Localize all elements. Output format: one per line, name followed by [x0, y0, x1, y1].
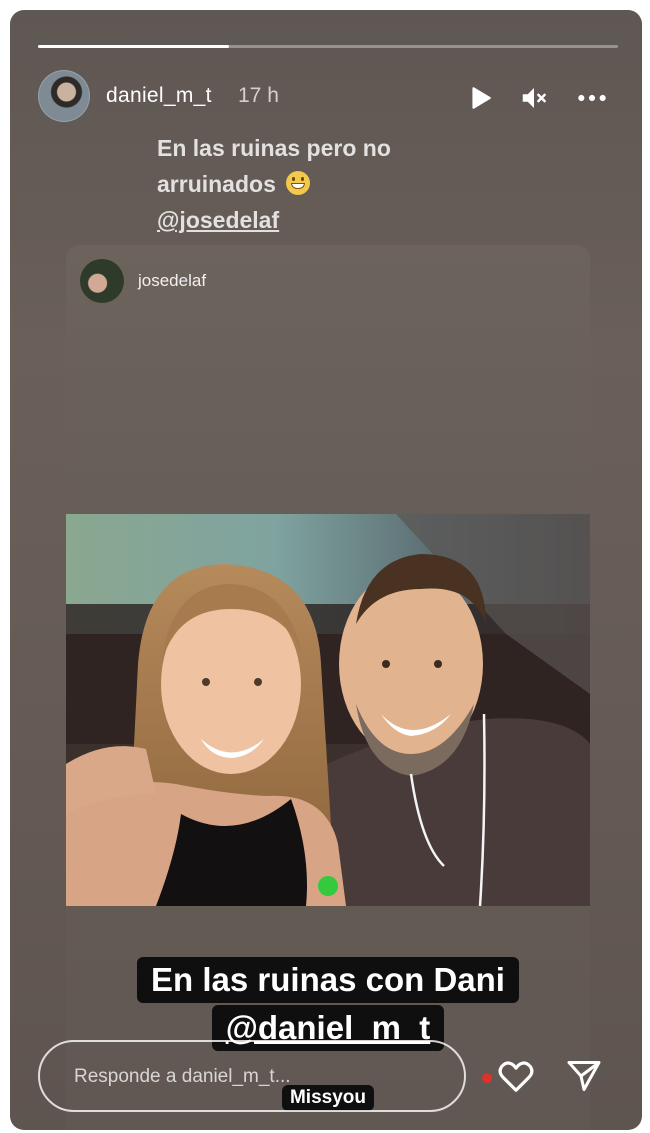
- more-options-icon[interactable]: [576, 82, 608, 114]
- avatar[interactable]: [38, 70, 90, 122]
- shared-story-card[interactable]: josedelaf En las ruinas con Dani @daniel…: [66, 245, 590, 1130]
- caption-mention-link[interactable]: @josedelaf: [157, 202, 477, 238]
- story-header: daniel_m_t 17 h: [38, 70, 618, 124]
- grinning-face-icon: [286, 171, 311, 195]
- story-progress-fill: [38, 45, 230, 48]
- reply-box[interactable]: [38, 1040, 466, 1112]
- story-username[interactable]: daniel_m_t: [106, 84, 212, 108]
- play-icon[interactable]: [464, 82, 496, 114]
- shared-post-avatar[interactable]: [80, 259, 124, 303]
- story-viewer: daniel_m_t 17 h En las ruinas pero no ar…: [10, 10, 642, 1130]
- mute-icon[interactable]: [518, 82, 550, 114]
- story-caption: En las ruinas pero no arruinados @josede…: [157, 130, 477, 238]
- photo-illustration: [66, 514, 590, 907]
- send-icon[interactable]: [564, 1056, 604, 1096]
- notification-dot: [482, 1073, 492, 1083]
- caption-line-1: En las ruinas pero no: [157, 135, 391, 161]
- story-progress-bar: [38, 45, 618, 48]
- caption-line-2: arruinados: [157, 171, 276, 197]
- shared-photo: [66, 514, 590, 907]
- reply-input[interactable]: [72, 1042, 436, 1112]
- heart-icon[interactable]: [496, 1056, 536, 1096]
- sticker-line-1: En las ruinas con Dani: [66, 957, 590, 1003]
- shared-post-username[interactable]: josedelaf: [138, 271, 206, 291]
- story-timestamp: 17 h: [238, 84, 279, 107]
